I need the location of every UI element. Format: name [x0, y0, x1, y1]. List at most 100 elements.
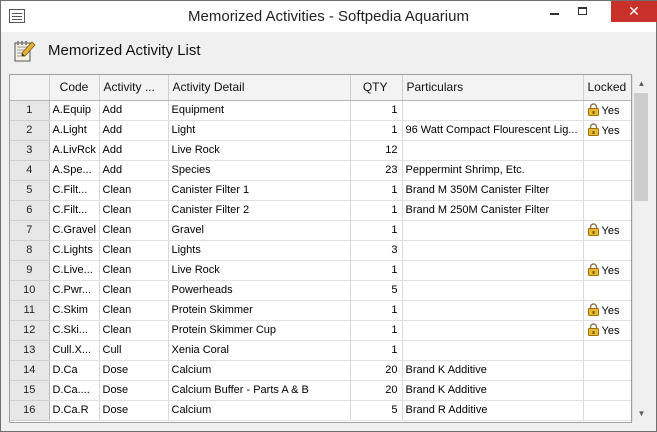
- maximize-button[interactable]: [569, 1, 596, 22]
- table-row[interactable]: 1 A.Equip Add Equipment 1 Yes: [10, 100, 631, 121]
- cell-code[interactable]: C.Pwr...: [49, 280, 100, 301]
- scroll-down-arrow-icon[interactable]: ▼: [633, 405, 650, 422]
- cell-locked[interactable]: Yes: [583, 120, 631, 141]
- cell-particulars[interactable]: [402, 240, 584, 261]
- close-button[interactable]: ✕: [611, 1, 657, 22]
- cell-locked[interactable]: [583, 360, 631, 381]
- cell-activity[interactable]: Clean: [99, 220, 169, 241]
- cell-qty[interactable]: 1: [350, 320, 403, 341]
- cell-code[interactable]: C.Filt...: [49, 200, 100, 221]
- cell-activity[interactable]: Clean: [99, 260, 169, 281]
- cell-code[interactable]: C.Ski...: [49, 320, 100, 341]
- cell-locked[interactable]: [583, 240, 631, 261]
- table-row[interactable]: 9 C.Live... Clean Live Rock 1 Yes: [10, 260, 631, 281]
- cell-particulars[interactable]: [402, 280, 584, 301]
- cell-activity[interactable]: Add: [99, 160, 169, 181]
- column-header-qty[interactable]: QTY: [350, 75, 403, 101]
- cell-activity[interactable]: Clean: [99, 300, 169, 321]
- cell-activity-detail[interactable]: Canister Filter 2: [168, 200, 351, 221]
- cell-qty[interactable]: 1: [350, 340, 403, 361]
- cell-particulars[interactable]: [402, 100, 584, 121]
- table-row[interactable]: 2 A.Light Add Light 1 96 Watt Compact Floures…: [10, 120, 631, 141]
- table-row[interactable]: 11 C.Skim Clean Protein Skimmer 1 Yes: [10, 300, 631, 321]
- scrollbar-thumb[interactable]: [634, 93, 648, 201]
- row-number[interactable]: 2: [10, 120, 50, 141]
- cell-code[interactable]: A.Spe...: [49, 160, 100, 181]
- cell-particulars[interactable]: Brand M 350M Canister Filter: [402, 180, 584, 201]
- cell-qty[interactable]: 5: [350, 400, 403, 421]
- table-row[interactable]: 6 C.Filt... Clean Canister Filter 2 1 Brand M…: [10, 200, 631, 221]
- cell-qty[interactable]: 1: [350, 100, 403, 121]
- cell-qty[interactable]: 1: [350, 260, 403, 281]
- cell-activity[interactable]: Clean: [99, 320, 169, 341]
- row-number[interactable]: 11: [10, 300, 50, 321]
- cell-qty[interactable]: 12: [350, 140, 403, 161]
- cell-qty[interactable]: 3: [350, 240, 403, 261]
- cell-code[interactable]: C.Live...: [49, 260, 100, 281]
- cell-locked[interactable]: [583, 140, 631, 161]
- cell-activity[interactable]: Clean: [99, 240, 169, 261]
- table-row[interactable]: 10 C.Pwr... Clean Powerheads 5: [10, 280, 631, 301]
- cell-code[interactable]: C.Filt...: [49, 180, 100, 201]
- cell-activity-detail[interactable]: Light: [168, 120, 351, 141]
- cell-activity[interactable]: Dose: [99, 360, 169, 381]
- cell-code[interactable]: C.Lights: [49, 240, 100, 261]
- row-number[interactable]: 5: [10, 180, 50, 201]
- cell-activity[interactable]: Clean: [99, 180, 169, 201]
- column-header-code[interactable]: Code: [49, 75, 100, 101]
- column-header-activity[interactable]: Activity ...: [99, 75, 169, 101]
- cell-code[interactable]: D.Ca: [49, 360, 100, 381]
- cell-qty[interactable]: 20: [350, 360, 403, 381]
- table-row[interactable]: 14 D.Ca Dose Calcium 20 Brand K Additive: [10, 360, 631, 381]
- cell-locked[interactable]: [583, 180, 631, 201]
- cell-activity[interactable]: Clean: [99, 200, 169, 221]
- table-row[interactable]: 12 C.Ski... Clean Protein Skimmer Cup 1 Yes: [10, 320, 631, 341]
- cell-activity-detail[interactable]: Calcium: [168, 400, 351, 421]
- table-row[interactable]: 16 D.Ca.R Dose Calcium 5 Brand R Additive: [10, 400, 631, 421]
- cell-locked[interactable]: [583, 340, 631, 361]
- cell-code[interactable]: Cull.X...: [49, 340, 100, 361]
- scroll-up-arrow-icon[interactable]: ▲: [633, 75, 650, 92]
- row-number[interactable]: 6: [10, 200, 50, 221]
- cell-activity-detail[interactable]: Lights: [168, 240, 351, 261]
- cell-activity[interactable]: Cull: [99, 340, 169, 361]
- cell-particulars[interactable]: [402, 320, 584, 341]
- cell-qty[interactable]: 1: [350, 220, 403, 241]
- row-number[interactable]: 10: [10, 280, 50, 301]
- table-row[interactable]: 4 A.Spe... Add Species 23 Peppermint Shrimp, …: [10, 160, 631, 181]
- cell-particulars[interactable]: Brand K Additive: [402, 380, 584, 401]
- cell-activity[interactable]: Dose: [99, 400, 169, 421]
- column-header-locked[interactable]: Locked: [583, 75, 631, 101]
- table-row[interactable]: 5 C.Filt... Clean Canister Filter 1 1 Brand M…: [10, 180, 631, 201]
- cell-locked[interactable]: Yes: [583, 320, 631, 341]
- cell-activity-detail[interactable]: Protein Skimmer Cup: [168, 320, 351, 341]
- cell-activity-detail[interactable]: Species: [168, 160, 351, 181]
- table-row[interactable]: 3 A.LivRck Add Live Rock 12: [10, 140, 631, 161]
- row-number[interactable]: 14: [10, 360, 50, 381]
- cell-qty[interactable]: 23: [350, 160, 403, 181]
- row-number[interactable]: 15: [10, 380, 50, 401]
- cell-particulars[interactable]: 96 Watt Compact Flourescent Lig...: [402, 120, 584, 141]
- cell-code[interactable]: A.Equip: [49, 100, 100, 121]
- cell-activity-detail[interactable]: Calcium: [168, 360, 351, 381]
- table-row[interactable]: 8 C.Lights Clean Lights 3: [10, 240, 631, 261]
- row-number[interactable]: 9: [10, 260, 50, 281]
- cell-locked[interactable]: Yes: [583, 100, 631, 121]
- cell-activity-detail[interactable]: Equipment: [168, 100, 351, 121]
- activities-grid[interactable]: Code Activity ... Activity Detail QTY Pa…: [9, 74, 632, 423]
- cell-code[interactable]: D.Ca....: [49, 380, 100, 401]
- column-header-particulars[interactable]: Particulars: [402, 75, 584, 101]
- cell-qty[interactable]: 1: [350, 180, 403, 201]
- cell-activity-detail[interactable]: Powerheads: [168, 280, 351, 301]
- minimize-button[interactable]: [541, 1, 568, 22]
- cell-particulars[interactable]: [402, 300, 584, 321]
- cell-particulars[interactable]: [402, 220, 584, 241]
- row-number[interactable]: 4: [10, 160, 50, 181]
- cell-activity[interactable]: Dose: [99, 380, 169, 401]
- table-row[interactable]: 7 C.Gravel Clean Gravel 1 Yes: [10, 220, 631, 241]
- cell-locked[interactable]: [583, 160, 631, 181]
- cell-activity[interactable]: Add: [99, 140, 169, 161]
- cell-activity-detail[interactable]: Live Rock: [168, 140, 351, 161]
- cell-activity-detail[interactable]: Protein Skimmer: [168, 300, 351, 321]
- cell-particulars[interactable]: [402, 340, 584, 361]
